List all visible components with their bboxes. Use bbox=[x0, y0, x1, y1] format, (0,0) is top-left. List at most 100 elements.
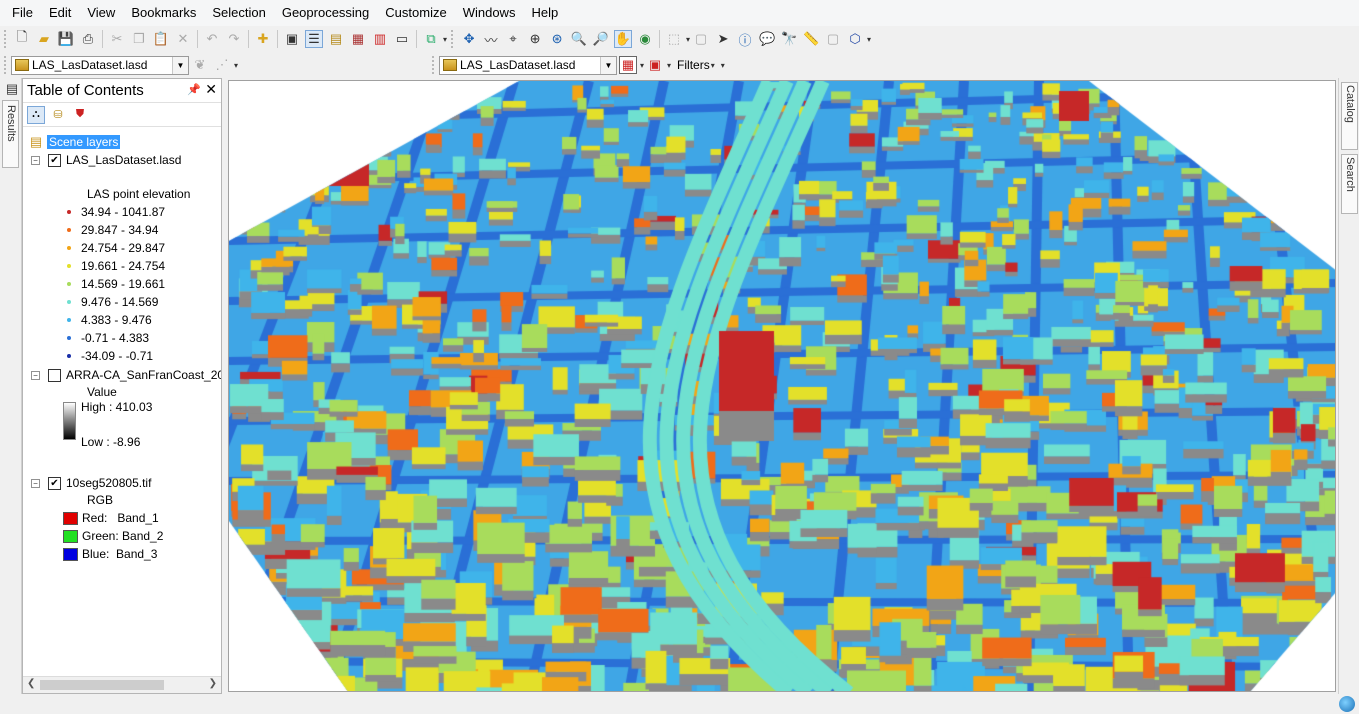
model-builder-icon[interactable]: ⧉ bbox=[422, 30, 440, 48]
menu-help[interactable]: Help bbox=[523, 0, 566, 26]
point-symbology-icon[interactable]: ▦ bbox=[619, 56, 638, 74]
list-by-drawing-order-icon[interactable]: ⛬ bbox=[27, 105, 45, 124]
chevron-down-icon[interactable]: ▼ bbox=[172, 56, 188, 74]
pan-icon[interactable]: ✋ bbox=[614, 30, 633, 48]
undo-icon[interactable]: ↶ bbox=[203, 30, 221, 48]
scrollbar-thumb[interactable] bbox=[40, 680, 164, 690]
select-elements-icon[interactable]: ➤ bbox=[714, 30, 732, 48]
delete-icon[interactable]: ✕ bbox=[174, 30, 192, 48]
toc-title-bar: Table of Contents 📌 ✕ bbox=[23, 79, 221, 103]
symbology-dropdown-icon[interactable]: ▾ bbox=[640, 61, 644, 70]
navigate-icon[interactable]: ✥ bbox=[460, 30, 478, 48]
toolbar-grip[interactable] bbox=[4, 56, 7, 74]
html-popup-icon[interactable]: 💬 bbox=[758, 30, 776, 48]
menu-geoprocessing[interactable]: Geoprocessing bbox=[274, 0, 377, 26]
identify-icon[interactable]: ⓘ bbox=[736, 30, 754, 48]
las-point-tool-icon[interactable]: ❦ bbox=[191, 56, 209, 74]
python-window-icon[interactable]: ▭ bbox=[393, 30, 411, 48]
chevron-down-icon[interactable]: ▼ bbox=[600, 56, 617, 74]
band-color-swatch bbox=[63, 511, 78, 525]
menu-file[interactable]: File bbox=[4, 0, 41, 26]
redo-icon[interactable]: ↷ bbox=[225, 30, 243, 48]
clear-selection-icon[interactable]: ▢ bbox=[692, 30, 710, 48]
new-document-icon[interactable]: 🗋 bbox=[13, 29, 31, 48]
legend-point-symbol bbox=[67, 300, 71, 304]
select-features-icon[interactable]: ⬚ bbox=[665, 30, 683, 48]
paste-icon[interactable]: 📋 bbox=[152, 30, 170, 48]
catalog-tab[interactable]: Catalog bbox=[1341, 82, 1358, 150]
layer-combo-1[interactable]: LAS_LasDataset.lasd ▼ bbox=[11, 55, 189, 75]
toolbar-options-icon[interactable]: ▾ bbox=[234, 61, 238, 70]
cut-icon[interactable]: ✂ bbox=[108, 30, 126, 48]
results-tab[interactable]: Results bbox=[2, 100, 19, 168]
las-layer-node[interactable]: − ✔ LAS_LasDataset.lasd bbox=[31, 151, 181, 169]
surface-dropdown-icon[interactable]: ▾ bbox=[667, 61, 671, 70]
search-window-icon[interactable]: ▦ bbox=[349, 30, 367, 48]
las-point-cloud-render[interactable] bbox=[229, 81, 1335, 691]
scroll-right-icon[interactable]: ❯ bbox=[209, 678, 217, 689]
select-dropdown-icon[interactable]: ▾ bbox=[686, 35, 690, 44]
search-tab[interactable]: Search bbox=[1341, 154, 1358, 214]
menu-view[interactable]: View bbox=[79, 0, 123, 26]
scene-view[interactable] bbox=[228, 80, 1336, 692]
zoom-to-target-icon[interactable]: ⊕ bbox=[526, 30, 544, 48]
toolbar-grip[interactable] bbox=[432, 56, 435, 74]
layer-combo-2[interactable]: LAS_LasDataset.lasd ▼ bbox=[439, 55, 618, 75]
tif-layer-node[interactable]: − ✔ 10seg520805.tif bbox=[31, 474, 151, 492]
menu-windows[interactable]: Windows bbox=[455, 0, 524, 26]
results-window-icon[interactable]: ▤ bbox=[3, 80, 21, 98]
collapse-icon[interactable]: − bbox=[31, 478, 40, 488]
full-extent-icon[interactable]: ◉ bbox=[636, 30, 654, 48]
scroll-left-icon[interactable]: ❮ bbox=[27, 678, 35, 689]
find-icon[interactable]: 🔭 bbox=[780, 30, 798, 48]
close-icon[interactable]: ✕ bbox=[205, 81, 217, 98]
save-icon[interactable]: 💾 bbox=[57, 30, 75, 48]
filters-button[interactable]: Filters bbox=[677, 58, 710, 72]
menu-customize[interactable]: Customize bbox=[377, 0, 454, 26]
animation-icon[interactable]: ▢ bbox=[824, 30, 842, 48]
collapse-icon[interactable]: − bbox=[31, 155, 40, 165]
dem-layer-label: ARRA-CA_SanFranCoast_201 bbox=[66, 368, 221, 382]
band-color-swatch bbox=[63, 547, 78, 561]
menu-bookmarks[interactable]: Bookmarks bbox=[123, 0, 204, 26]
list-by-visibility-icon[interactable]: ⛊ bbox=[71, 106, 89, 124]
toolbar-options-icon[interactable]: ▾ bbox=[443, 35, 447, 44]
tif-layer-checkbox[interactable]: ✔ bbox=[48, 476, 61, 490]
arctoolbox-icon[interactable]: ▥ bbox=[371, 30, 389, 48]
legend-class-label: 4.383 - 9.476 bbox=[81, 313, 152, 327]
menu-edit[interactable]: Edit bbox=[41, 0, 79, 26]
zoom-out-icon[interactable]: 🔎 bbox=[592, 30, 610, 48]
legend-point-symbol bbox=[67, 354, 71, 358]
las-legend-heading: LAS point elevation bbox=[87, 187, 191, 201]
3d-view-icon[interactable]: ⬡ bbox=[846, 30, 864, 48]
more-tools-dropdown-icon[interactable]: ▾ bbox=[867, 35, 871, 44]
zoom-in-icon[interactable]: 🔍 bbox=[570, 30, 588, 48]
add-data-icon[interactable]: ✚ bbox=[254, 30, 272, 48]
scene-layers-node[interactable]: ▤ Scene layers bbox=[27, 133, 121, 151]
measure-icon[interactable]: 📏 bbox=[802, 30, 820, 48]
target-center-icon[interactable]: ⌖ bbox=[504, 30, 522, 48]
filters-dropdown-icon[interactable]: ▾ bbox=[711, 61, 715, 70]
set-observer-icon[interactable]: ⊛ bbox=[548, 30, 566, 48]
list-by-source-icon[interactable]: ⛁ bbox=[49, 106, 67, 124]
arcscene-icon[interactable]: ▣ bbox=[283, 30, 301, 48]
horizontal-scrollbar[interactable]: ❮ ❯ bbox=[23, 676, 221, 693]
print-icon[interactable]: ⎙ bbox=[79, 30, 97, 48]
dem-layer-checkbox[interactable] bbox=[48, 368, 61, 382]
menu-selection[interactable]: Selection bbox=[204, 0, 273, 26]
dem-layer-node[interactable]: − ARRA-CA_SanFranCoast_201 bbox=[31, 366, 221, 384]
surface-symbology-icon[interactable]: ▣ bbox=[646, 56, 664, 74]
las-layer-checkbox[interactable]: ✔ bbox=[48, 153, 61, 167]
legend-class-label: 9.476 - 14.569 bbox=[81, 295, 159, 309]
toolbar-grip[interactable] bbox=[4, 30, 7, 48]
open-folder-icon[interactable]: ▰ bbox=[35, 30, 53, 48]
fly-icon[interactable]: 〰 bbox=[482, 30, 500, 48]
collapse-icon[interactable]: − bbox=[31, 370, 40, 380]
copy-icon[interactable]: ❐ bbox=[130, 30, 148, 48]
toc-window-icon[interactable]: ☰ bbox=[305, 30, 323, 48]
las-legend-class: 34.94 - 1041.87 bbox=[67, 203, 165, 221]
pin-icon[interactable]: 📌 bbox=[187, 83, 201, 96]
toolbar-options-icon[interactable]: ▾ bbox=[721, 61, 725, 70]
las-profile-icon[interactable]: ⋰ bbox=[213, 56, 231, 74]
catalog-window-icon[interactable]: ▤ bbox=[327, 30, 345, 48]
